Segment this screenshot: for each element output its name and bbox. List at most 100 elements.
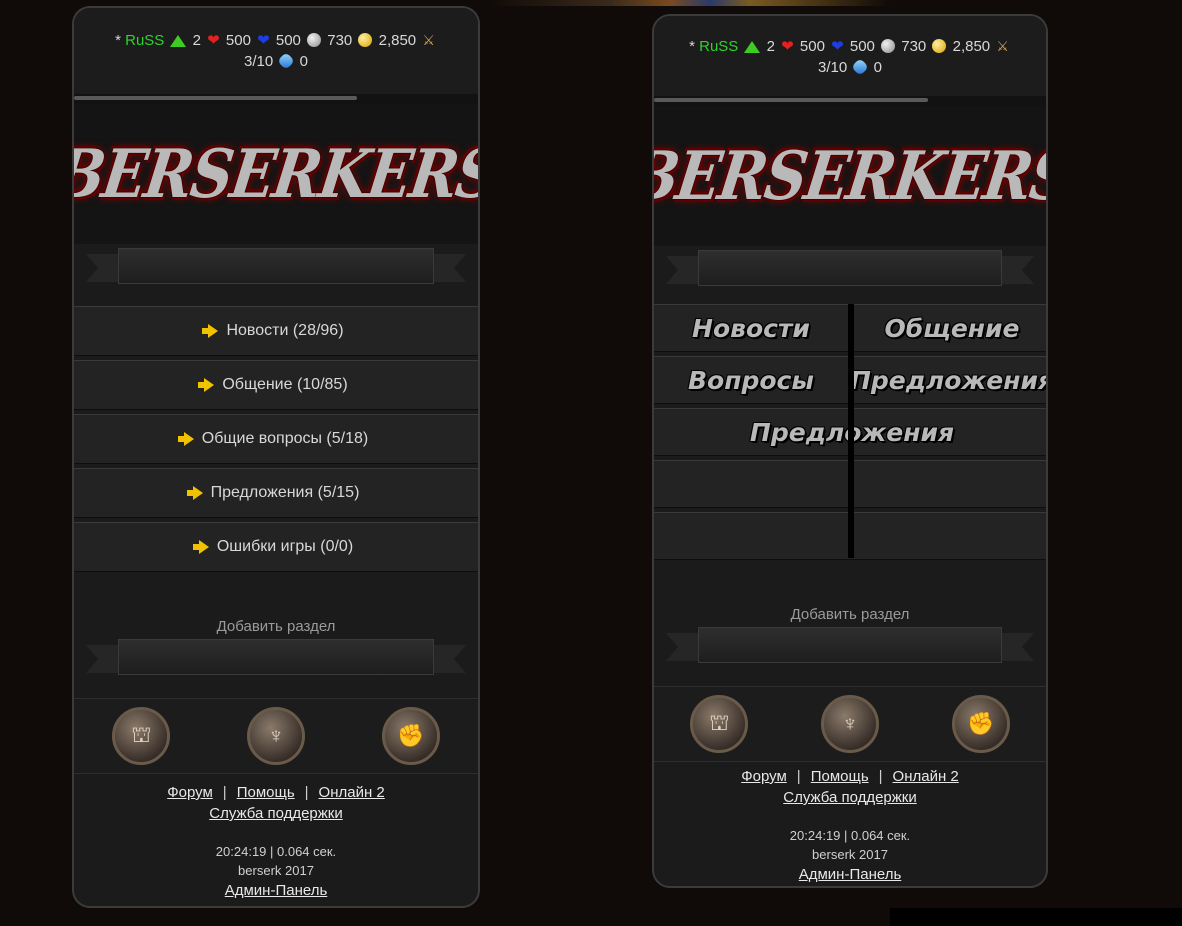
username-link[interactable]: RuSS	[699, 38, 738, 55]
username-link[interactable]: RuSS	[125, 32, 164, 49]
crossed-swords-icon: ⚔	[422, 32, 435, 48]
separator: |	[304, 784, 309, 801]
arrow-right-icon	[202, 324, 219, 338]
hp-value: 500	[225, 32, 251, 49]
add-section-link[interactable]: Добавить раздел	[74, 618, 478, 635]
ribbon-band	[118, 248, 434, 284]
support-link[interactable]: Служба поддержки	[209, 805, 343, 822]
emblem-row: ⛫ ♆ ✊	[74, 698, 478, 774]
menu-item-news[interactable]: Новости (28/96)	[74, 306, 478, 356]
silver-value: 730	[327, 32, 353, 49]
crystals-value: 0	[873, 59, 882, 76]
stats-line-1: * RuSS 2 ❤ 500 ❤ 500 730 2,850 ⚔	[74, 30, 478, 51]
chat-button[interactable]: Общение	[854, 304, 1046, 352]
menu-item-label: Предложения (5/15)	[210, 484, 360, 501]
experience-progress	[74, 94, 478, 104]
emblem-row: ⛫ ♆ ✊	[654, 686, 1046, 762]
level-value: 2	[766, 38, 775, 55]
fist-emblem-icon[interactable]: ✊	[381, 707, 440, 765]
experience-progress	[654, 96, 1046, 106]
gold-coin-icon	[932, 39, 947, 53]
left-phone-panel: * RuSS 2 ❤ 500 ❤ 500 730 2,850 ⚔ 3/10 0 …	[72, 6, 480, 908]
support-link[interactable]: Служба поддержки	[783, 789, 917, 806]
stats-bar: * RuSS 2 ❤ 500 ❤ 500 730 2,850 ⚔ 3/10 0	[74, 8, 478, 94]
questions-button[interactable]: Вопросы	[654, 356, 848, 404]
star-mark: *	[689, 38, 695, 55]
fortress-emblem-icon[interactable]: ⛫	[690, 695, 749, 753]
logo-banner: BERSERKERS	[654, 106, 1046, 246]
button-label: Новости	[692, 313, 810, 343]
star-mark: *	[115, 32, 121, 49]
footer-ribbon	[86, 639, 466, 679]
stats-bar: * RuSS 2 ❤ 500 ❤ 500 730 2,850 ⚔ 3/10 0	[654, 16, 1046, 96]
forum-link[interactable]: Форум	[741, 768, 787, 785]
button-label: Предложения	[849, 365, 1048, 395]
page-footer: Форум | Помощь | Онлайн 2 Служба поддержки 2…	[74, 782, 478, 901]
warrior-emblem-icon[interactable]: ♆	[246, 707, 305, 765]
separator: |	[796, 768, 801, 785]
menu-item-questions[interactable]: Общие вопросы (5/18)	[74, 414, 478, 464]
up-arrow-icon	[170, 35, 187, 47]
game-logo: BERSERKERS	[72, 134, 480, 214]
render-time: 20:24:19 | 0.064 сек.	[215, 844, 337, 859]
menu-item-chat[interactable]: Общение (10/85)	[74, 360, 478, 410]
admin-panel-link[interactable]: Админ-Панель	[225, 882, 328, 899]
footer-links: Форум | Помощь | Онлайн 2	[654, 766, 1046, 787]
logo-banner: BERSERKERS	[74, 104, 478, 244]
bottom-black-block	[890, 908, 1182, 926]
heart-icon: ❤	[207, 32, 220, 49]
crossed-swords-icon: ⚔	[996, 38, 1009, 54]
help-link[interactable]: Помощь	[237, 784, 295, 801]
battles-value: 3/10	[818, 59, 848, 76]
copyright: berserk 2017	[812, 847, 888, 862]
header-ribbon	[666, 250, 1034, 290]
menu-item-errors[interactable]: Ошибки игры (0/0)	[74, 522, 478, 572]
progress-fill	[74, 96, 357, 100]
top-decor-strip	[490, 0, 890, 6]
crystal-icon	[851, 58, 870, 76]
gold-value: 2,850	[378, 32, 417, 49]
admin-panel-link[interactable]: Админ-Панель	[799, 866, 902, 883]
menu-item-label: Новости (28/96)	[226, 322, 344, 339]
ribbon-band	[698, 627, 1002, 663]
blue-heart-icon: ❤	[257, 32, 270, 49]
add-section-link[interactable]: Добавить раздел	[654, 606, 1046, 623]
stats-line-2: 3/10 0	[654, 57, 1046, 78]
menu-item-proposals[interactable]: Предложения (5/15)	[74, 468, 478, 518]
menu-item-label: Общие вопросы (5/18)	[201, 430, 369, 447]
separator: |	[222, 784, 227, 801]
mana-value: 500	[849, 38, 875, 55]
ribbon-band	[118, 639, 434, 675]
footer-links: Форум | Помощь | Онлайн 2	[74, 782, 478, 803]
ribbon-band	[698, 250, 1002, 286]
fortress-emblem-icon[interactable]: ⛫	[112, 707, 171, 765]
blue-heart-icon: ❤	[831, 38, 844, 55]
arrow-right-icon	[186, 486, 203, 500]
header-ribbon	[86, 248, 466, 288]
page-footer: Форум | Помощь | Онлайн 2 Служба поддержки 2…	[654, 766, 1046, 885]
crystal-icon	[277, 52, 296, 70]
online-link[interactable]: Онлайн 2	[319, 784, 385, 801]
render-time: 20:24:19 | 0.064 сек.	[789, 828, 911, 843]
forum-link[interactable]: Форум	[167, 784, 213, 801]
right-phone-panel: * RuSS 2 ❤ 500 ❤ 500 730 2,850 ⚔ 3/10 0 …	[652, 14, 1048, 888]
menu-item-label: Ошибки игры (0/0)	[216, 538, 354, 555]
warrior-emblem-icon[interactable]: ♆	[820, 695, 879, 753]
battles-value: 3/10	[244, 53, 274, 70]
fist-emblem-icon[interactable]: ✊	[951, 695, 1010, 753]
stats-line-2: 3/10 0	[74, 51, 478, 72]
button-label: Общение	[884, 313, 1020, 343]
up-arrow-icon	[744, 41, 761, 53]
menu-item-label: Общение (10/85)	[222, 376, 348, 393]
column-divider	[848, 304, 854, 558]
arrow-right-icon	[192, 540, 209, 554]
silver-coin-icon	[881, 39, 896, 53]
silver-coin-icon	[307, 33, 322, 47]
copyright: berserk 2017	[238, 863, 314, 878]
proposals-button[interactable]: Предложения	[850, 356, 1046, 404]
crystals-value: 0	[299, 53, 308, 70]
online-link[interactable]: Онлайн 2	[893, 768, 959, 785]
news-button[interactable]: Новости	[654, 304, 848, 352]
arrow-right-icon	[198, 378, 215, 392]
help-link[interactable]: Помощь	[811, 768, 869, 785]
